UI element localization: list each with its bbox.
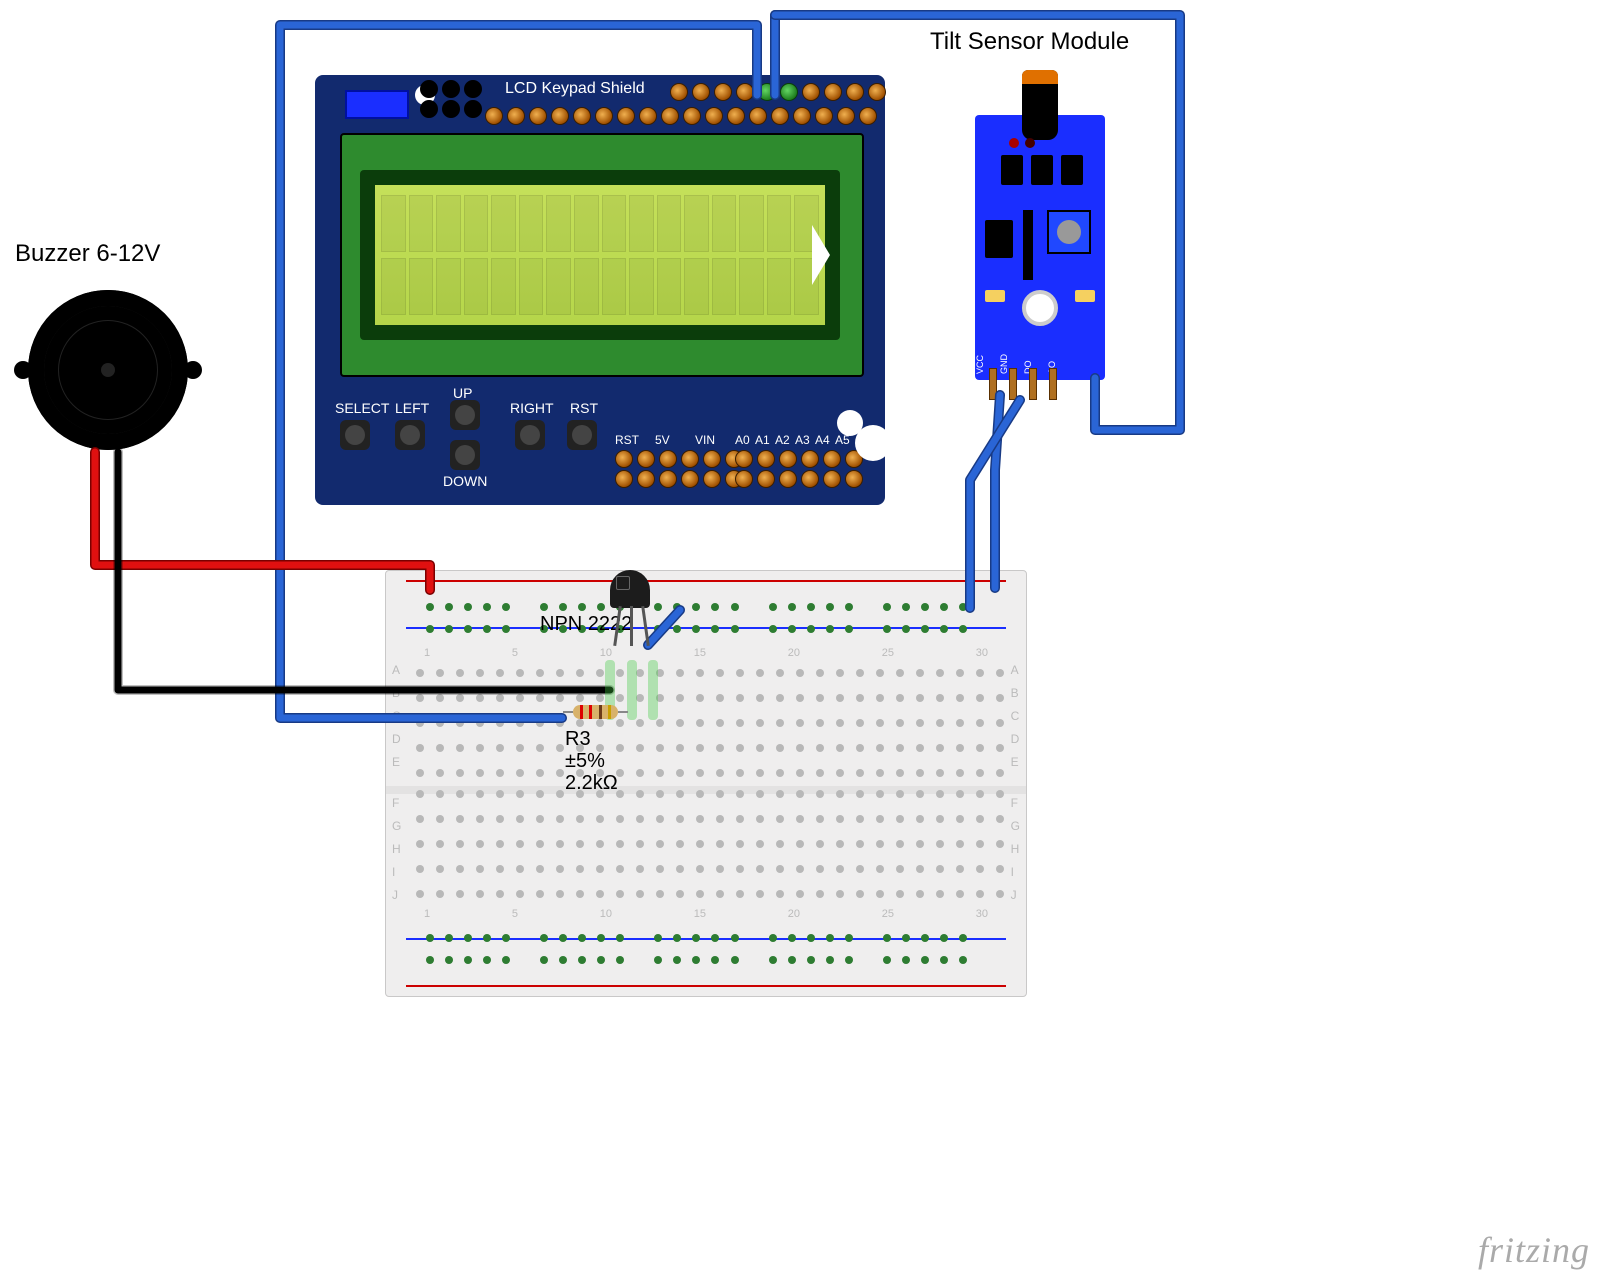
smd-1 [1001,155,1023,185]
contrast-trimpot [345,90,409,119]
tilt-switch [1022,70,1058,140]
btn-up[interactable] [450,400,480,430]
shield-title: LCD Keypad Shield [505,80,645,98]
mount-hole [1022,290,1058,326]
pin-a2-label: A2 [775,433,790,447]
pin-a1-label: A1 [755,433,770,447]
pin-a0-label: A0 [735,433,750,447]
smd-r2 [1075,290,1095,302]
smd-2 [1031,155,1053,185]
btn-rst-label: RST [570,400,598,416]
smd-r1 [985,290,1005,302]
comparator-ic [985,220,1013,258]
btn-rst[interactable] [567,420,597,450]
trace [1023,210,1033,280]
buzzer-label: Buzzer 6-12V [15,240,160,268]
buzzer [28,290,188,450]
pin-5v-label: 5V [655,433,670,447]
fritzing-watermark: fritzing [1478,1229,1590,1271]
pin-rst-label: RST [615,433,639,447]
btn-select[interactable] [340,420,370,450]
btn-down-label: DOWN [443,473,487,489]
mount-hole-2 [837,410,863,436]
tilt-pin-vcc-label: VCC [975,355,985,374]
btn-right[interactable] [515,420,545,450]
smd-3 [1061,155,1083,185]
btn-left[interactable] [395,420,425,450]
lcd-screen [375,185,825,325]
pin-vin-label: VIN [695,433,715,447]
tie-highlight-1 [627,660,637,720]
btn-down[interactable] [450,440,480,470]
btn-right-label: RIGHT [510,400,554,416]
sensitivity-pot[interactable] [1047,210,1091,254]
resistor-name-label: R3 [565,728,591,751]
lcd-keypad-shield: LCD Keypad Shield SELECT LEFT UP [315,75,885,505]
resistor-tol-label: ±5% [565,750,605,773]
tie-highlight-3 [648,660,658,720]
resistor-value-label: 2.2kΩ [565,772,618,795]
btn-up-label: UP [453,385,472,401]
resistor-r3 [563,705,628,719]
tilt-sensor-module: VCC GND DO AO [975,115,1105,380]
tilt-label: Tilt Sensor Module [930,28,1129,56]
led-2 [1025,138,1035,148]
breadboard: 151015202530 151015202530 ABCDEFGHIJ ABC… [385,570,1027,997]
led-1 [1009,138,1019,148]
pin-a4-label: A4 [815,433,830,447]
btn-left-label: LEFT [395,400,429,416]
npn-transistor [610,570,650,608]
transistor-legs [616,606,650,666]
pin-a3-label: A3 [795,433,810,447]
btn-select-label: SELECT [335,400,389,416]
